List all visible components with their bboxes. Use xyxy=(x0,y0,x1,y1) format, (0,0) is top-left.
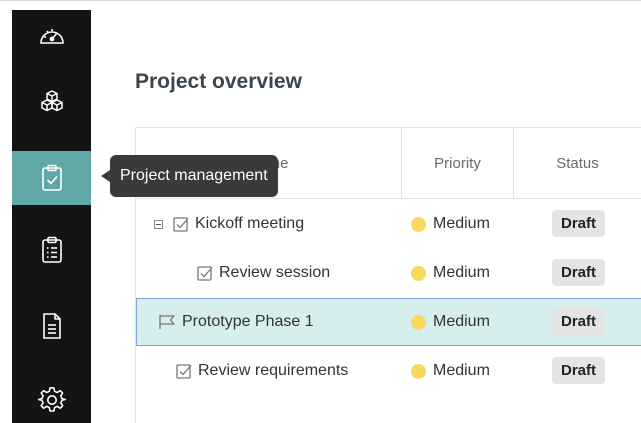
task-check-icon xyxy=(173,216,189,232)
priority-label: Medium xyxy=(433,264,490,281)
table-row[interactable]: Review session Medium Draft xyxy=(136,249,641,297)
gear-icon xyxy=(37,386,66,414)
row-name: Review requirements xyxy=(198,362,349,379)
top-border xyxy=(0,0,641,10)
row-priority: Medium xyxy=(411,200,490,248)
sidebar-item-dashboard[interactable] xyxy=(12,10,91,64)
sidebar-item-task-list[interactable] xyxy=(12,223,91,277)
sidebar-item-documents[interactable] xyxy=(12,299,91,353)
priority-label: Medium xyxy=(433,215,490,232)
dashboard-gauge-icon xyxy=(38,25,66,49)
document-icon xyxy=(41,312,63,340)
sidebar-item-components[interactable] xyxy=(12,74,91,128)
row-name-cell: Review requirements xyxy=(176,347,348,395)
priority-dot xyxy=(411,216,426,232)
priority-label: Medium xyxy=(433,362,490,379)
row-status: Draft xyxy=(552,357,606,384)
row-priority: Medium xyxy=(411,299,490,345)
sidebar-item-settings[interactable] xyxy=(12,373,91,423)
sidebar-item-project-management[interactable] xyxy=(12,151,91,205)
tooltip-arrow xyxy=(101,170,110,182)
milestone-flag-icon xyxy=(158,314,176,330)
priority-dot xyxy=(411,314,426,330)
status-badge: Draft xyxy=(552,357,606,384)
table-row[interactable]: Review requirements Medium Draft xyxy=(136,347,641,395)
row-priority: Medium xyxy=(411,347,490,395)
row-name-cell: Kickoff meeting xyxy=(154,200,304,248)
page-title: Project overview xyxy=(135,70,302,93)
cubes-icon xyxy=(39,88,65,114)
column-header-status[interactable]: Status xyxy=(514,128,641,198)
row-status: Draft xyxy=(552,308,606,335)
status-badge: Draft xyxy=(552,210,606,237)
priority-dot xyxy=(411,363,426,379)
table-row-selected[interactable]: Prototype Phase 1 Medium Draft xyxy=(136,298,641,346)
sidebar xyxy=(12,10,91,423)
row-name-cell: Prototype Phase 1 xyxy=(158,299,314,345)
app-window: Project management Project overview Name… xyxy=(0,0,641,423)
row-name: Prototype Phase 1 xyxy=(182,313,314,330)
clipboard-check-icon xyxy=(41,164,63,192)
row-name: Review session xyxy=(219,264,331,281)
sidebar-tooltip: Project management xyxy=(110,155,278,197)
row-name: Kickoff meeting xyxy=(195,215,305,232)
row-status: Draft xyxy=(552,210,606,237)
priority-label: Medium xyxy=(433,313,490,330)
status-badge: Draft xyxy=(552,308,606,335)
row-priority: Medium xyxy=(411,249,490,297)
task-check-icon xyxy=(176,363,192,379)
table-row[interactable]: Kickoff meeting Medium Draft xyxy=(136,200,641,248)
row-name-cell: Review session xyxy=(197,249,330,297)
task-check-icon xyxy=(197,265,213,281)
column-header-priority[interactable]: Priority xyxy=(402,128,514,198)
priority-dot xyxy=(411,265,426,281)
row-status: Draft xyxy=(552,259,606,286)
clipboard-list-icon xyxy=(41,236,63,264)
status-badge: Draft xyxy=(552,259,606,286)
collapse-toggle[interactable] xyxy=(154,219,163,229)
